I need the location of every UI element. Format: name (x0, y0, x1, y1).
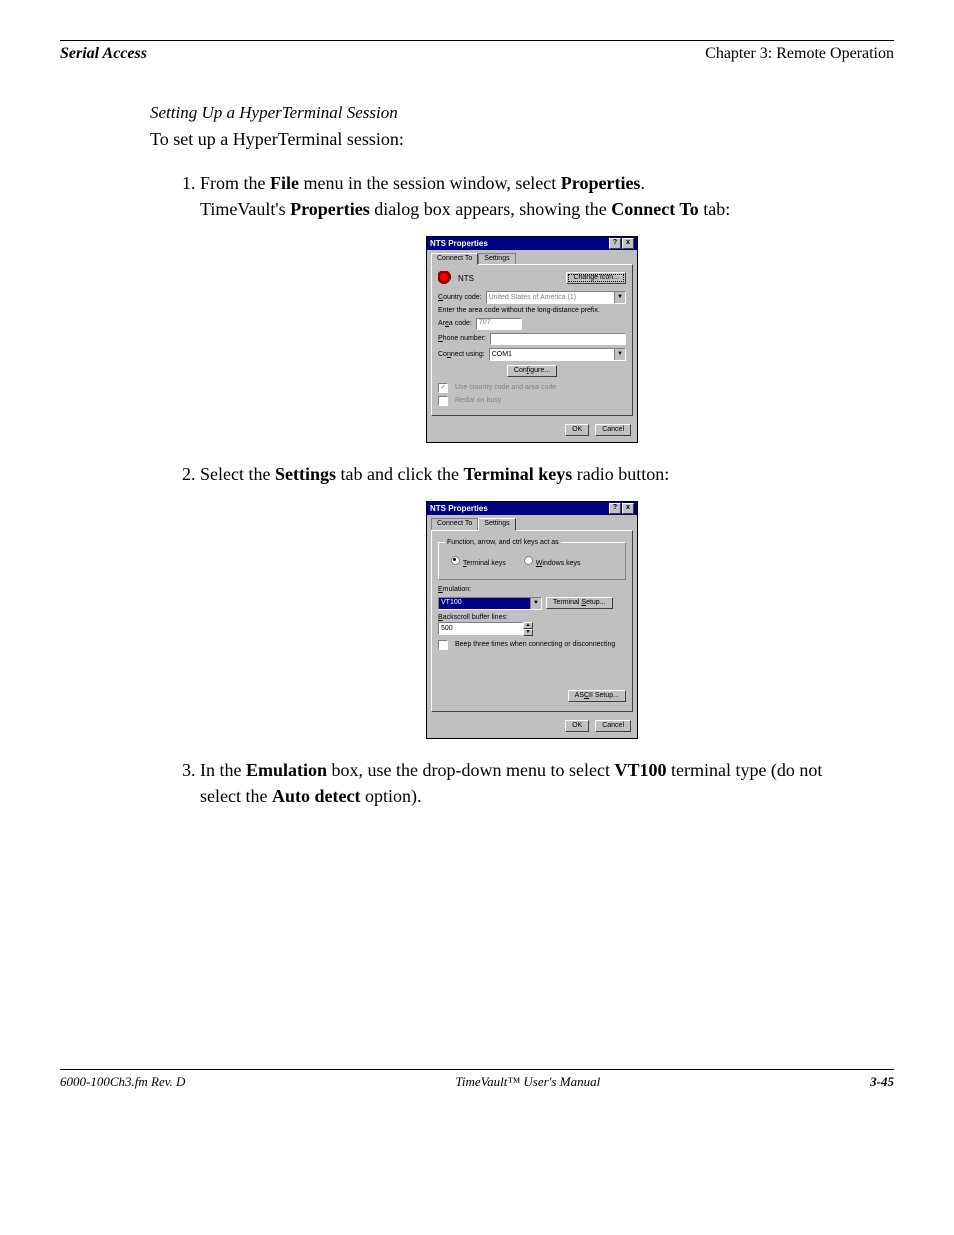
step-1: From the File menu in the session window… (200, 170, 864, 443)
connect-using-select[interactable]: COM1 ▼ (489, 348, 626, 361)
chevron-down-icon[interactable]: ▼ (530, 598, 541, 609)
area-code-input[interactable]: 707 (476, 318, 522, 330)
country-code-select[interactable]: United States of America (1) ▼ (486, 291, 626, 304)
tab-settings[interactable]: Settings (478, 253, 515, 264)
spin-down-icon[interactable]: ▼ (523, 629, 533, 636)
ok-button[interactable]: OK (565, 720, 589, 732)
nts-properties-dialog-settings: NTS Properties ? x Connect To Settings F… (426, 501, 638, 738)
dialog2-panel: Function, arrow, and ctrl keys act as Te… (431, 530, 633, 712)
backscroll-label: Backscroll buffer lines: (438, 614, 626, 622)
terminal-setup-button[interactable]: Terminal Setup... (546, 597, 613, 609)
emulation-select[interactable]: VT100 ▼ (438, 597, 542, 610)
page-footer: 6000-100Ch3.fm Rev. D TimeVault™ User's … (60, 1069, 894, 1090)
backscroll-input[interactable] (438, 622, 523, 635)
dialog2-title: NTS Properties (430, 504, 488, 513)
area-code-hint: Enter the area code without the long-dis… (438, 307, 626, 315)
change-icon-button[interactable]: Change Icon... (566, 272, 626, 284)
help-icon[interactable]: ? (609, 503, 621, 514)
spin-up-icon[interactable]: ▲ (523, 622, 533, 629)
close-icon[interactable]: x (622, 503, 634, 514)
chevron-down-icon[interactable]: ▼ (614, 292, 625, 303)
function-keys-legend: Function, arrow, and ctrl keys act as (445, 539, 561, 547)
connection-icon: NTS (438, 271, 474, 285)
use-country-code-label: Use country code and area code (455, 384, 556, 392)
ok-button[interactable]: OK (565, 424, 589, 436)
country-code-label: Country code: (438, 294, 482, 302)
configure-button[interactable]: Configure... (507, 365, 557, 377)
terminal-keys-radio[interactable]: Terminal keys (451, 556, 506, 568)
close-icon[interactable]: x (622, 238, 634, 249)
area-code-label: Area code: (438, 320, 472, 328)
header-right: Chapter 3: Remote Operation (705, 45, 894, 63)
page: Serial Access Chapter 3: Remote Operatio… (60, 40, 894, 1090)
dialog2-tabstrip: Connect To Settings (427, 515, 637, 529)
footer-center: TimeVault™ User's Manual (455, 1074, 600, 1090)
ascii-setup-button[interactable]: ASCII Setup... (568, 690, 626, 702)
footer-left: 6000-100Ch3.fm Rev. D (60, 1074, 185, 1090)
cancel-button[interactable]: Cancel (595, 424, 631, 436)
phone-number-label: Phone number: (438, 335, 486, 343)
page-header: Serial Access Chapter 3: Remote Operatio… (60, 45, 894, 63)
tab-connect-to[interactable]: Connect To (431, 253, 478, 265)
content: Setting Up a HyperTerminal Session To se… (150, 103, 864, 809)
phone-number-input[interactable] (490, 333, 626, 345)
dialog1-tabstrip: Connect To Settings (427, 250, 637, 264)
section-subheading: Setting Up a HyperTerminal Session (150, 103, 864, 123)
nts-properties-dialog-connect: NTS Properties ? x Connect To Settings (426, 236, 638, 443)
use-country-code-checkbox: ✓ (438, 383, 448, 393)
redial-label: Redial on busy (455, 397, 501, 405)
dialog1-panel: NTS Change Icon... Country code: United … (431, 264, 633, 416)
windows-keys-radio[interactable]: Windows keys (524, 556, 581, 568)
cancel-button[interactable]: Cancel (595, 720, 631, 732)
dialog1-titlebar[interactable]: NTS Properties ? x (427, 237, 637, 250)
help-icon[interactable]: ? (609, 238, 621, 249)
header-left: Serial Access (60, 45, 147, 63)
beep-label: Beep three times when connecting or disc… (455, 641, 615, 649)
tab-settings[interactable]: Settings (478, 518, 515, 530)
dialog2-titlebar[interactable]: NTS Properties ? x (427, 502, 637, 515)
phone-icon (438, 271, 454, 285)
step-2: Select the Settings tab and click the Te… (200, 461, 864, 738)
step-3: In the Emulation box, use the drop-down … (200, 757, 864, 809)
redial-checkbox (438, 396, 448, 406)
backscroll-spinner[interactable]: ▲ ▼ (438, 622, 538, 636)
function-keys-group: Function, arrow, and ctrl keys act as Te… (438, 539, 626, 580)
tab-connect-to[interactable]: Connect To (431, 518, 478, 529)
steps-list: From the File menu in the session window… (150, 170, 864, 809)
beep-checkbox[interactable] (438, 640, 448, 650)
chevron-down-icon[interactable]: ▼ (614, 349, 625, 360)
dialog1-title: NTS Properties (430, 239, 488, 248)
section-intro: To set up a HyperTerminal session: (150, 129, 864, 150)
connect-using-label: Connect using: (438, 351, 485, 359)
footer-page-number: 3-45 (870, 1074, 894, 1090)
emulation-label: Emulation: (438, 586, 626, 594)
